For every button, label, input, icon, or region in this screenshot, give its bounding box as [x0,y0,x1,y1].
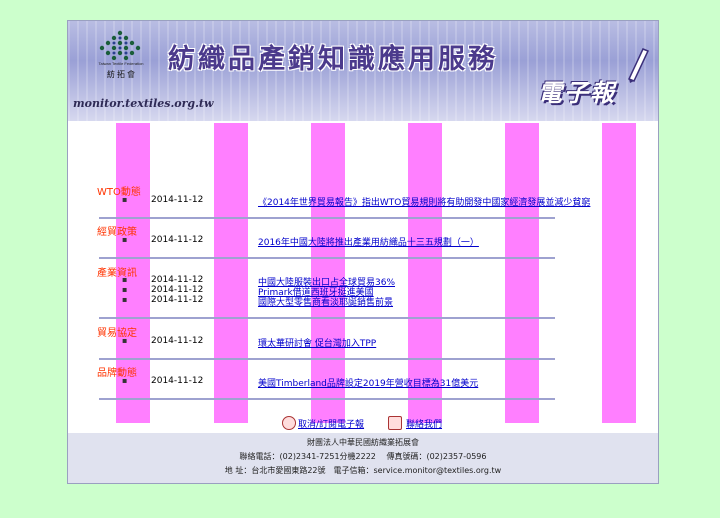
footer: 財團法人中華民國紡織業拓展會 聯絡電話：(02)2341-7251分機2222 … [68,433,658,483]
footer-address: 地 址：台北市愛國東路22號 電子信箱：service.monitor@text… [224,466,502,475]
logo-caption: Taiwan Textile Federation [98,61,144,66]
section-label-trade-agreement: 貿易協定 [97,328,137,339]
footer-phone: 聯絡電話：(02)2341-7251分機2222 傳真號碼：(02)2357-0… [239,452,487,461]
section-divider [99,398,555,400]
news-link[interactable]: 《2014年世界貿易報告》指出WTO貿易規則將有助開發中國家經濟發展並減少貧窮 [258,195,590,208]
bullet-icon: ▪ [122,275,128,284]
decor-stripe [505,123,539,423]
bullet-icon: ▪ [122,295,128,304]
newsletter-page: Taiwan Textile Federation 紡拓會 紡織品產銷知識應用服… [67,20,659,484]
bullet-icon: ▪ [122,195,128,204]
section-label-wto: WTO動態 [97,187,141,198]
section-label-brand: 品牌動態 [97,368,137,379]
section-divider [99,358,555,360]
news-date: 2014-11-12 [151,275,204,285]
bullet-icon: ▪ [122,235,128,244]
news-content: WTO動態 ▪ 2014-11-12 《2014年世界貿易報告》指出WTO貿易規… [90,121,636,433]
news-date: 2014-11-12 [151,195,204,205]
decor-stripe [602,123,636,423]
bullet-icon: ▪ [122,336,128,345]
unsubscribe-icon[interactable] [282,416,296,430]
news-link[interactable]: 環太華研討會 促台灣加入TPP [258,336,376,349]
banner-url: monitor.textiles.org.tw [73,97,214,110]
section-divider [99,217,555,219]
subscribe-link[interactable]: 取消/訂閱電子報 [298,417,364,430]
banner-title: 紡織品產銷知識應用服務 [168,44,498,75]
decor-stripe [214,123,248,423]
banner: Taiwan Textile Federation 紡拓會 紡織品產銷知識應用服… [68,21,658,121]
pencil-icon [627,48,650,83]
news-date: 2014-11-12 [151,336,204,346]
news-date: 2014-11-12 [151,285,204,295]
left-margin [68,121,90,433]
mail-icon[interactable] [388,416,402,430]
bullet-icon: ▪ [122,376,128,385]
news-link[interactable]: 美國Timberland品牌設定2019年營收目標為31億美元 [258,376,478,389]
contact-link[interactable]: 聯絡我們 [406,417,442,430]
news-date: 2014-11-12 [151,235,204,245]
news-date: 2014-11-12 [151,376,204,386]
section-label-industry: 產業資訊 [97,268,137,279]
section-label-trade-policy: 經貿政策 [97,227,137,238]
banner-subtitle: 電子報 [538,78,616,107]
section-divider [99,317,555,319]
news-date: 2014-11-12 [151,295,204,305]
section-divider [99,257,555,259]
news-link[interactable]: 國際大型零售商看淡耶誕銷售前景 [258,295,393,308]
logo-org-name: 紡拓會 [107,70,137,79]
news-link[interactable]: 2016年中國大陸將推出產業用紡織品十三五規劃（一） [258,235,479,248]
footer-org: 財團法人中華民國紡織業拓展會 [307,438,419,447]
bullet-icon: ▪ [122,285,128,294]
